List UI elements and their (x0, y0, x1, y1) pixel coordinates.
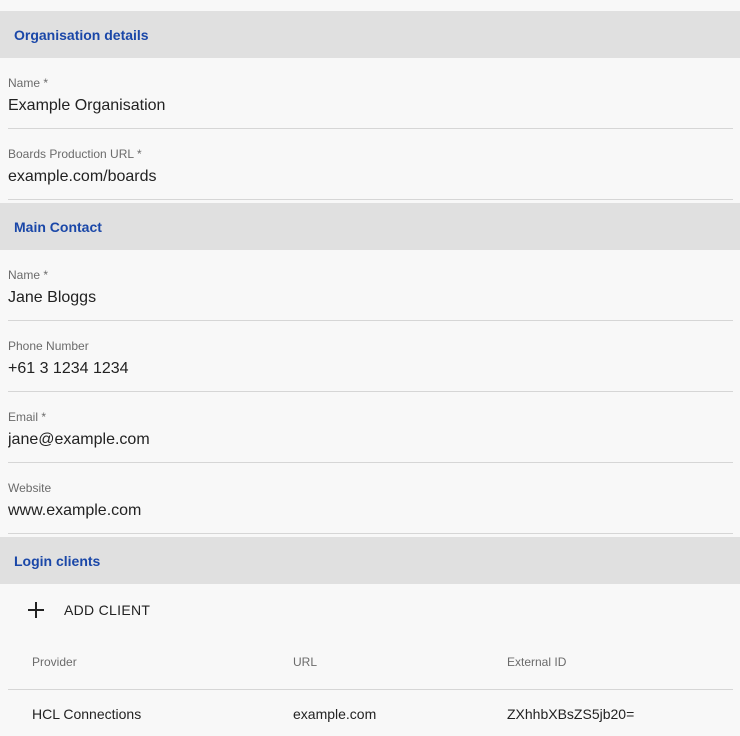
section-header-organisation-details: Organisation details (0, 11, 740, 58)
table-header: Provider URL External ID (8, 640, 733, 690)
field-label: Boards Production URL * (8, 147, 142, 161)
section-header-main-contact: Main Contact (0, 203, 740, 250)
plus-icon (28, 602, 44, 618)
table-row[interactable]: HCL Connections example.com ZXhhbXBsZS5j… (8, 690, 733, 736)
add-client-button[interactable]: ADD CLIENT (18, 592, 160, 628)
organisation-form: Organisation details Name * Boards Produ… (0, 0, 740, 736)
add-client-label: ADD CLIENT (64, 602, 151, 618)
contact-name-field[interactable]: Name * (8, 263, 733, 321)
boards-production-url-input[interactable] (8, 168, 728, 186)
website-field[interactable]: Website (8, 476, 733, 534)
phone-number-input[interactable] (8, 360, 728, 378)
org-name-input[interactable] (8, 97, 728, 115)
field-label: Email * (8, 410, 47, 424)
email-input[interactable] (8, 431, 728, 449)
field-label: Website (8, 481, 52, 495)
field-label: Phone Number (8, 339, 89, 353)
field-label: Name * (8, 76, 49, 90)
login-clients-table: Provider URL External ID HCL Connections… (8, 640, 733, 736)
field-label: Name * (8, 268, 49, 282)
website-input[interactable] (8, 502, 728, 520)
email-field[interactable]: Email * (8, 405, 733, 463)
section-title: Organisation details (14, 26, 149, 43)
phone-number-field[interactable]: Phone Number (8, 334, 733, 392)
section-header-login-clients: Login clients (0, 537, 740, 584)
section-title: Login clients (14, 552, 101, 569)
boards-production-url-field[interactable]: Boards Production URL * (8, 142, 733, 200)
provider-cell: HCL Connections (32, 706, 142, 722)
org-name-field[interactable]: Name * (8, 71, 733, 129)
column-header-url[interactable]: URL (293, 655, 317, 669)
url-cell: example.com (293, 706, 377, 722)
external-id-cell: ZXhhbXBsZS5jb20= (507, 706, 635, 722)
column-header-external-id[interactable]: External ID (507, 655, 566, 669)
column-header-provider[interactable]: Provider (32, 655, 77, 669)
section-title: Main Contact (14, 218, 102, 235)
contact-name-input[interactable] (8, 289, 728, 307)
